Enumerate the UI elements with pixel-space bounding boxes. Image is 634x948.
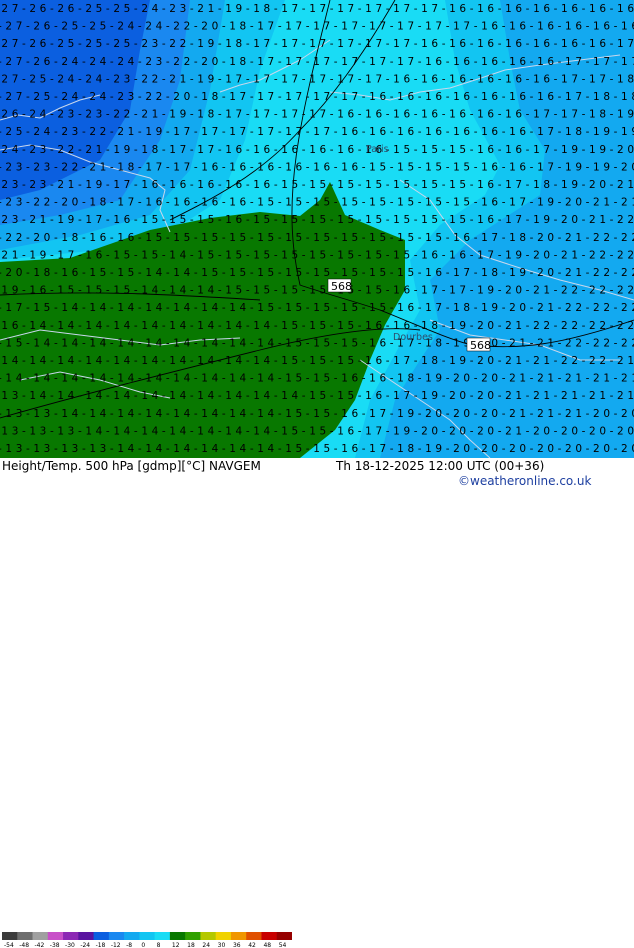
credit-link[interactable]: ©weatheronline.co.uk [458,474,591,488]
temperature-label-row: -23-23-22-21-18-17-17-16-16-16-16-16-16-… [0,161,634,173]
svg-text:568: 568 [470,339,491,352]
scale-label: 12 [172,942,180,948]
temperature-label-row: -20-18-16-15-15-14-14-15-15-15-15-15-15-… [0,267,634,279]
scale-label: -12 [111,942,121,948]
scale-swatch [139,932,156,940]
scale-label: -8 [126,942,132,948]
scale-swatch [78,932,95,940]
scale-swatch [230,932,247,940]
scale-swatch [63,932,79,940]
scale-label: -38 [50,942,60,948]
temperature-label-row: -17-15-14-14-14-14-14-14-14-15-15-15-15-… [0,302,634,314]
scale-swatch [276,932,292,940]
temperature-label-row: -13-13-13-13-14-14-14-14-14-14-15-15-16-… [0,443,634,455]
scale-label: 24 [202,942,210,948]
scale-swatch [17,932,34,940]
contour-label-568-east: 568 [466,337,491,352]
scale-swatch [2,932,18,940]
scale-label: 0 [141,942,145,948]
color-scale: -54 -48 -42 -38 -30 -24 -18 -12 -8 0 8 12 18 24 30 36 42… [2,932,292,948]
scale-swatch [169,932,186,940]
scale-swatch [215,932,232,940]
scale-label: 48 [263,942,271,948]
scale-label: 36 [233,942,241,948]
temperature-label-row: -15-14-14-14-14-14-14-14-14-14-15-15-15-… [0,337,634,349]
scale-label: -24 [80,942,90,948]
region-label-dourbes: Dourbes [393,332,433,343]
scale-label: 54 [279,942,287,948]
scale-swatch [185,932,201,940]
temperature-label-row: -27-26-24-24-24-23-22-20-18-17-17-17-17-… [0,56,634,68]
scale-swatch [108,932,125,940]
scale-swatch [93,932,110,940]
scale-label: -54 [4,942,14,948]
temperature-label-row: -22-20-18-16-16-15-15-15-15-15-15-15-15-… [0,232,634,244]
temperature-label-row: -25-24-23-22-21-19-17-17-17-17-17-17-16-… [0,126,634,138]
scale-swatch [246,932,262,940]
temperature-label-row: -13-13-14-14-14-14-14-14-14-14-15-15-16-… [0,408,634,420]
valid-time: Th 18-12-2025 12:00 UTC (00+36) [336,459,545,473]
scale-label: -18 [96,942,106,948]
scale-swatch [47,932,64,940]
temperature-label-row: -27-26-25-25-24-24-22-20-18-17-17-17-17-… [0,21,634,33]
scale-label: -42 [35,942,45,948]
scale-label: 30 [218,942,226,948]
contour-label-568-west: 568 [327,278,352,293]
scale-swatch [261,932,278,940]
forecast-map: -27-26-26-25-25-24-23-21-19-18-17-17-17-… [0,0,634,458]
region-label-paris: Paris [366,144,389,155]
svg-text:568: 568 [331,280,352,293]
scale-label: 42 [248,942,256,948]
scale-swatch [200,932,217,940]
map-footer: Height/Temp. 500 hPa [gdmp][°C] NAVGEM T… [0,458,634,948]
scale-label: 8 [157,942,161,948]
scale-swatch [124,932,140,940]
scale-label: 18 [187,942,195,948]
temperature-label-row: -14-14-14-14-14-14-14-14-14-14-15-15-16-… [0,373,634,385]
temperature-label-row: -27-25-24-24-23-22-20-18-17-17-17-17-17-… [0,91,634,103]
scale-swatch [32,932,49,940]
scale-swatch [154,932,171,940]
scale-label: -30 [65,942,75,948]
chart-title: Height/Temp. 500 hPa [gdmp][°C] NAVGEM [2,459,261,473]
scale-label: -48 [19,942,29,948]
temperature-label-row: -23-22-20-18-17-16-16-16-16-15-15-15-15-… [0,197,634,209]
